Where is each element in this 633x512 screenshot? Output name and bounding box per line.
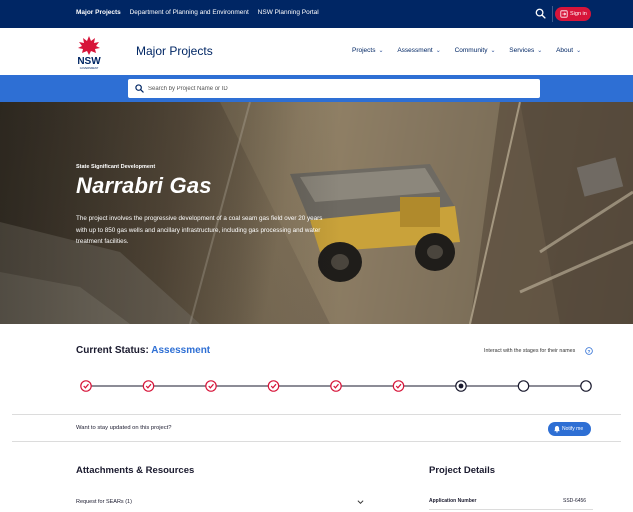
attachment-item-sears[interactable]: Request for SEARs (1) bbox=[76, 499, 132, 505]
stage-marker-current[interactable] bbox=[455, 380, 467, 392]
stage-marker-complete[interactable] bbox=[330, 380, 342, 392]
site-brand[interactable]: Major Projects bbox=[136, 44, 213, 58]
chevron-down-icon: ⌄ bbox=[537, 48, 543, 54]
stage-marker-complete[interactable] bbox=[205, 380, 217, 392]
stay-updated-text: Want to stay updated on this project? bbox=[76, 425, 172, 431]
chevron-down-icon: ⌄ bbox=[576, 48, 582, 54]
bell-icon bbox=[554, 425, 560, 433]
chevron-down-icon[interactable] bbox=[357, 499, 364, 505]
search-icon[interactable] bbox=[535, 8, 546, 19]
nav-item-assessment[interactable]: Assessment ⌄ bbox=[397, 47, 440, 54]
nav-label: Projects bbox=[352, 47, 376, 54]
notify-me-label: Notify me bbox=[562, 426, 584, 432]
nsw-waratah-logo[interactable]: NSW GOVERNMENT bbox=[76, 34, 102, 70]
stage-marker-complete[interactable] bbox=[267, 380, 280, 392]
status-value: Assessment bbox=[151, 345, 211, 356]
nav-item-about[interactable]: About ⌄ bbox=[556, 47, 581, 54]
attachments-heading: Attachments & Resources bbox=[76, 465, 195, 476]
project-details-heading: Project Details bbox=[429, 465, 495, 476]
nav-item-projects[interactable]: Projects ⌄ bbox=[352, 47, 384, 54]
hero-title: Narrabri Gas bbox=[76, 173, 212, 198]
utility-divider bbox=[552, 6, 553, 22]
stage-marker-complete[interactable] bbox=[392, 380, 405, 392]
divider bbox=[12, 441, 621, 442]
stage-progress bbox=[80, 380, 592, 392]
current-dot-icon bbox=[458, 383, 464, 389]
stages-hint: Interact with the stages for their names bbox=[484, 348, 576, 354]
stage-marker-pending[interactable] bbox=[517, 380, 530, 392]
svg-text:?: ? bbox=[588, 349, 591, 355]
detail-value-application-number: SSD-6456 bbox=[563, 498, 587, 504]
notify-me-button[interactable]: Notify me bbox=[548, 422, 591, 436]
status-label: Current Status: bbox=[76, 345, 149, 356]
nav-label: Services bbox=[509, 47, 535, 54]
chevron-down-icon: ⌄ bbox=[435, 48, 441, 54]
nav-item-community[interactable]: Community ⌄ bbox=[455, 47, 496, 54]
sign-in-button[interactable]: Sign in bbox=[555, 7, 591, 21]
nav-label: Community bbox=[454, 47, 488, 54]
utility-links: Major Projects Department of Planning an… bbox=[76, 9, 326, 16]
utility-link-planning-portal[interactable]: NSW Planning Portal bbox=[258, 9, 319, 16]
login-icon bbox=[560, 10, 568, 18]
help-icon[interactable]: ? bbox=[585, 347, 593, 355]
project-search[interactable] bbox=[128, 79, 540, 98]
search-icon bbox=[135, 84, 144, 93]
utility-link-major-projects[interactable]: Major Projects bbox=[76, 9, 121, 16]
hero-description: The project involves the progressive dev… bbox=[76, 215, 323, 245]
search-band bbox=[0, 75, 633, 102]
stage-marker-complete[interactable] bbox=[80, 380, 92, 392]
current-status-heading: Current Status: Assessment bbox=[76, 345, 210, 356]
utility-bar: Major Projects Department of Planning an… bbox=[0, 0, 633, 28]
site-header: NSW GOVERNMENT Major Projects Projects ⌄ … bbox=[0, 28, 633, 75]
detail-label-application-number: Application Number bbox=[429, 498, 477, 504]
main-nav: Projects ⌄ Assessment ⌄ Community ⌄ Service… bbox=[352, 47, 593, 54]
chevron-down-icon: ⌄ bbox=[378, 48, 384, 54]
chevron-down-icon: ⌄ bbox=[490, 48, 496, 54]
logo-text: NSW bbox=[77, 56, 101, 67]
sign-in-label: Sign in bbox=[570, 11, 587, 17]
stage-marker-complete[interactable] bbox=[142, 380, 155, 392]
hero-kicker: State Significant Development bbox=[76, 164, 156, 170]
nav-label: Assessment bbox=[397, 47, 433, 54]
project-search-input[interactable] bbox=[148, 81, 528, 96]
utility-link-department[interactable]: Department of Planning and Environment bbox=[130, 9, 249, 16]
nav-label: About bbox=[556, 47, 574, 54]
divider bbox=[429, 509, 593, 510]
divider bbox=[12, 414, 621, 415]
nav-item-services[interactable]: Services ⌄ bbox=[509, 47, 542, 54]
logo-subtext: GOVERNMENT bbox=[80, 66, 99, 70]
stage-marker-pending[interactable] bbox=[580, 380, 592, 392]
hero-banner: State Significant Development Narrabri G… bbox=[0, 102, 633, 324]
